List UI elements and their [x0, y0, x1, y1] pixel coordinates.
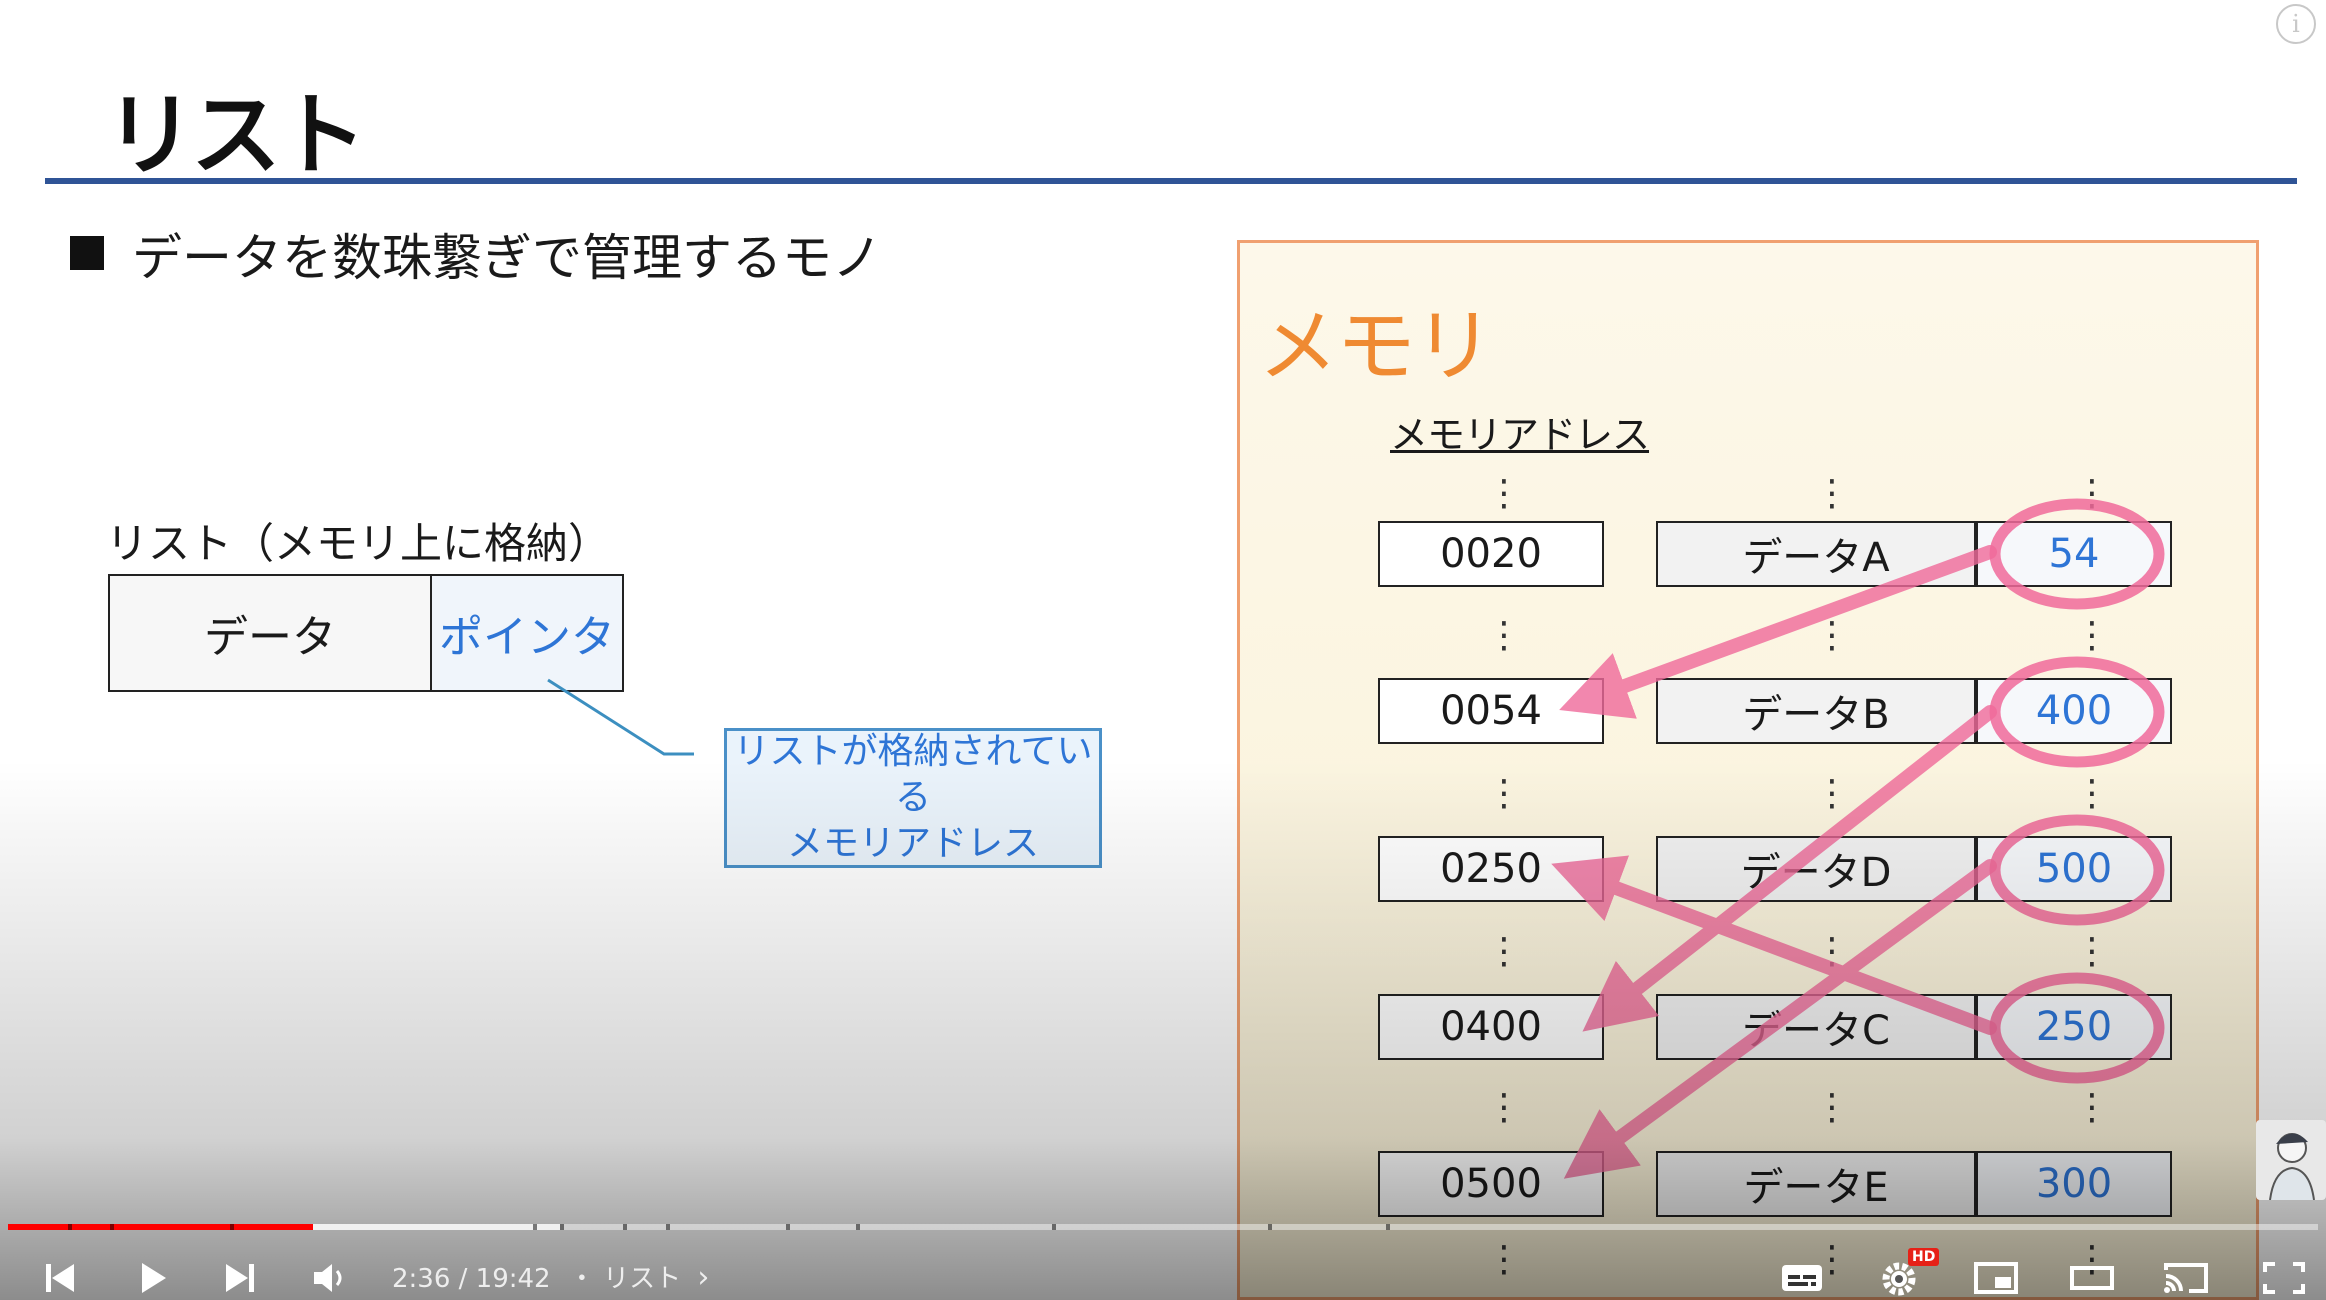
subtitles-icon[interactable] [1776, 1256, 1828, 1300]
chapter-divider [1386, 1224, 1390, 1230]
ellipsis-marker: ⋮ [1814, 931, 1850, 972]
address-cell: 0250 [1378, 836, 1604, 902]
miniplayer-icon[interactable] [1970, 1256, 2022, 1300]
time-current-total: 2:36 / 19:42 [392, 1264, 551, 1294]
previous-icon[interactable] [36, 1256, 84, 1300]
theater-icon[interactable] [2066, 1256, 2118, 1300]
chapter-divider [1052, 1224, 1056, 1230]
ellipsis-marker: ⋮ [1486, 615, 1522, 656]
address-cell: 0020 [1378, 521, 1604, 587]
ellipsis-marker: ⋮ [1814, 773, 1850, 814]
chapter-divider [560, 1224, 564, 1230]
chapter-divider [786, 1224, 790, 1230]
next-icon[interactable] [216, 1256, 264, 1300]
ellipsis-marker: ⋮ [1486, 1087, 1522, 1128]
chapter-divider [533, 1224, 537, 1230]
hd-badge: HD [1908, 1248, 1940, 1266]
chapter-divider [1268, 1224, 1272, 1230]
ellipsis-marker: ⋮ [2074, 931, 2110, 972]
pointer-cell: 250 [1976, 994, 2172, 1060]
data-cell: データA [1656, 521, 1976, 587]
ellipsis-marker: ⋮ [1486, 1239, 1522, 1280]
callout-line-1: リストが格納されている [733, 731, 1093, 818]
ellipsis-marker: ⋮ [1486, 773, 1522, 814]
ellipsis-marker: ⋮ [1486, 473, 1522, 514]
volume-icon[interactable] [306, 1256, 354, 1300]
progress-buffered [313, 1224, 560, 1230]
address-callout: リストが格納されている メモリアドレス [724, 728, 1102, 868]
ellipsis-marker: ⋮ [2074, 773, 2110, 814]
chapter-divider [856, 1224, 860, 1230]
chapter-divider [666, 1224, 670, 1230]
data-cell: データE [1656, 1151, 1976, 1217]
chapter-divider [110, 1224, 114, 1230]
ellipsis-marker: ⋮ [1814, 473, 1850, 514]
ellipsis-marker: ⋮ [1486, 931, 1522, 972]
video-frame[interactable]: i リスト データを数珠繋ぎで管理するモノ リスト（メモリ上に格納） データ ポ… [0, 0, 2326, 1300]
pointer-cell: 300 [1976, 1151, 2172, 1217]
chapter-divider [68, 1224, 72, 1230]
ellipsis-marker: ⋮ [1814, 1087, 1850, 1128]
memory-panel [1237, 240, 2259, 1300]
ellipsis-marker: ⋮ [2074, 1087, 2110, 1128]
ellipsis-marker: ⋮ [2074, 473, 2110, 514]
ellipsis-marker: ⋮ [1814, 615, 1850, 656]
pointer-cell: 400 [1976, 678, 2172, 744]
pointer-cell: 500 [1976, 836, 2172, 902]
ellipsis-marker: ⋮ [2074, 615, 2110, 656]
data-cell: データB [1656, 678, 1976, 744]
pointer-cell: 54 [1976, 521, 2172, 587]
memory-title: メモリ [1258, 300, 1494, 393]
play-icon[interactable] [128, 1256, 176, 1300]
address-cell: 0054 [1378, 678, 1604, 744]
data-cell: データC [1656, 994, 1976, 1060]
chapter-title[interactable]: ・ リスト [569, 1264, 681, 1294]
progress-played [8, 1224, 313, 1230]
cast-icon[interactable] [2160, 1256, 2212, 1300]
callout-line-2: メモリアドレス [786, 823, 1039, 864]
address-cell: 0500 [1378, 1151, 1604, 1217]
memory-address-header: メモリアドレス [1390, 413, 1650, 457]
chapter-divider [230, 1224, 234, 1230]
fullscreen-icon[interactable] [2258, 1256, 2310, 1300]
presenter-avatar [2256, 1120, 2326, 1201]
time-display: 2:36 / 19:42 ・ リスト › [392, 1258, 709, 1295]
chapter-divider [623, 1224, 627, 1230]
chevron-right-icon[interactable]: › [697, 1260, 709, 1295]
address-cell: 0400 [1378, 994, 1604, 1060]
data-cell: データD [1656, 836, 1976, 902]
